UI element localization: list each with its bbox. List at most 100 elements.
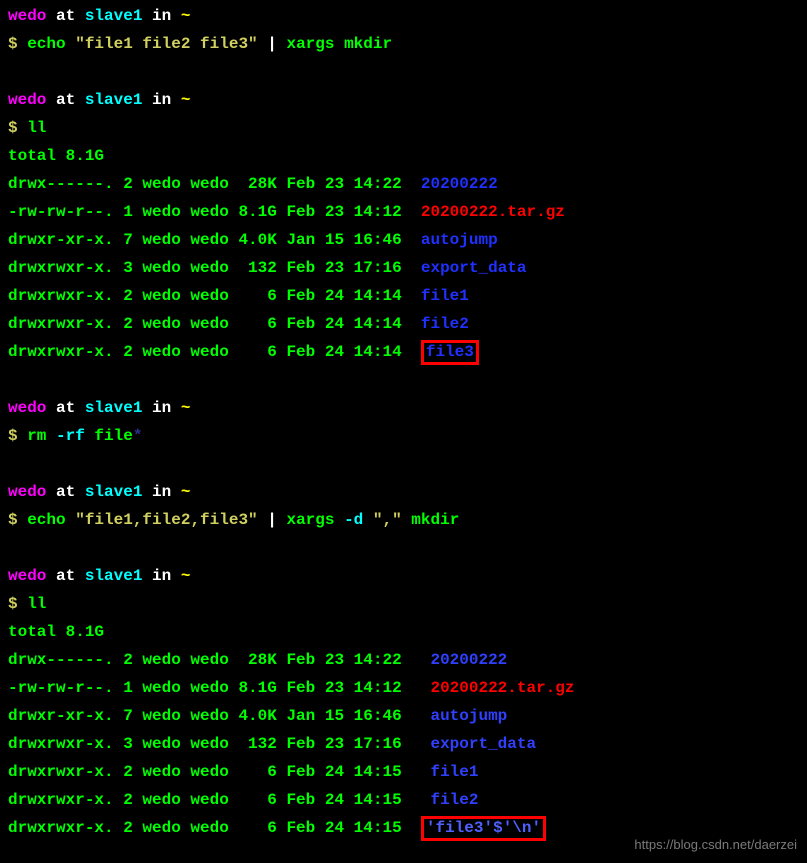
file-pad: [411, 315, 421, 333]
ls-row: drwx------. 2 wedo wedo 28K Feb 23 14:22…: [8, 170, 799, 198]
cmd-echo: echo: [27, 511, 75, 529]
prompt-path: ~: [181, 91, 191, 109]
pipe-symbol: |: [258, 511, 287, 529]
file-perm: drwxr-xr-x. 7 wedo wedo 4.0K Jan 15 16:4…: [8, 707, 411, 725]
prompt-symbol: $: [8, 427, 27, 445]
prompt-user: wedo: [8, 483, 46, 501]
file-name: export_data: [430, 735, 536, 753]
ls-row: -rw-rw-r--. 1 wedo wedo 8.1G Feb 23 14:1…: [8, 674, 799, 702]
prompt-host: slave1: [85, 483, 143, 501]
cmd-string: "file1 file2 file3": [75, 35, 257, 53]
prompt-host: slave1: [85, 399, 143, 417]
cmd-flag: -d: [344, 511, 373, 529]
file-pad: [411, 343, 421, 361]
cmd-mkdir: mkdir: [402, 511, 460, 529]
cmd-rm: rm: [27, 427, 56, 445]
shell-prompt-line: wedo at slave1 in ~: [8, 478, 799, 506]
ls-row: drwxrwxr-x. 2 wedo wedo 6 Feb 24 14:14 f…: [8, 338, 799, 366]
shell-command-line[interactable]: $ echo "file1,file2,file3" | xargs -d ",…: [8, 506, 799, 534]
prompt-host: slave1: [85, 91, 143, 109]
shell-prompt-line: wedo at slave1 in ~: [8, 86, 799, 114]
file-pad: [411, 763, 430, 781]
file-name: export_data: [421, 259, 527, 277]
cmd-ll: ll: [27, 595, 46, 613]
file-pad: [411, 735, 430, 753]
prompt-path: ~: [181, 567, 191, 585]
blank-line: [8, 534, 799, 562]
file-name: file3: [426, 343, 474, 361]
file-pad: [411, 651, 430, 669]
file-name: 20200222.tar.gz: [421, 203, 565, 221]
ls-row: drwxr-xr-x. 7 wedo wedo 4.0K Jan 15 16:4…: [8, 226, 799, 254]
file-pad: [411, 259, 421, 277]
ls-row: drwxrwxr-x. 2 wedo wedo 6 Feb 24 14:15 f…: [8, 786, 799, 814]
file-perm: drwxrwxr-x. 3 wedo wedo 132 Feb 23 17:16: [8, 259, 411, 277]
cmd-arg: file: [94, 427, 132, 445]
cmd-xargs: xargs: [286, 35, 344, 53]
file-name: file2: [430, 791, 478, 809]
file-pad: [411, 791, 430, 809]
file-perm: drwx------. 2 wedo wedo 28K Feb 23 14:22: [8, 651, 411, 669]
file-perm: drwx------. 2 wedo wedo 28K Feb 23 14:22: [8, 175, 411, 193]
cmd-flag: -rf: [56, 427, 94, 445]
ls-row: drwxrwxr-x. 3 wedo wedo 132 Feb 23 17:16…: [8, 254, 799, 282]
file-pad: [411, 679, 430, 697]
file-pad: [411, 231, 421, 249]
prompt-at: at: [46, 483, 84, 501]
file-pad: [411, 819, 421, 837]
cmd-string: "file1,file2,file3": [75, 511, 257, 529]
file-pad: [411, 203, 421, 221]
prompt-path: ~: [181, 399, 191, 417]
terminal-output: wedo at slave1 in ~ $ echo "file1 file2 f…: [8, 2, 799, 842]
pipe-symbol: |: [258, 35, 287, 53]
file-perm: drwxrwxr-x. 2 wedo wedo 6 Feb 24 14:14: [8, 315, 411, 333]
cmd-mkdir: mkdir: [344, 35, 392, 53]
cmd-delim: ",": [373, 511, 402, 529]
file-perm: -rw-rw-r--. 1 wedo wedo 8.1G Feb 23 14:1…: [8, 203, 411, 221]
file-name: file2: [421, 315, 469, 333]
file-name: autojump: [430, 707, 507, 725]
ls-total: total 8.1G: [8, 142, 799, 170]
ls-row: drwx------. 2 wedo wedo 28K Feb 23 14:22…: [8, 646, 799, 674]
prompt-in: in: [142, 567, 180, 585]
file-perm: drwxrwxr-x. 2 wedo wedo 6 Feb 24 14:14: [8, 343, 411, 361]
prompt-in: in: [142, 91, 180, 109]
prompt-user: wedo: [8, 567, 46, 585]
prompt-user: wedo: [8, 399, 46, 417]
blank-line: [8, 366, 799, 394]
ls-total: total 8.1G: [8, 618, 799, 646]
cmd-echo: echo: [27, 35, 75, 53]
prompt-symbol: $: [8, 35, 27, 53]
prompt-at: at: [46, 7, 84, 25]
file-name: 20200222: [430, 651, 507, 669]
file-name: file1: [430, 763, 478, 781]
cmd-xargs: xargs: [286, 511, 344, 529]
file-pad: [411, 707, 430, 725]
prompt-path: ~: [181, 483, 191, 501]
glob-star: *: [133, 427, 143, 445]
prompt-at: at: [46, 567, 84, 585]
prompt-in: in: [142, 483, 180, 501]
shell-command-line[interactable]: $ ll: [8, 590, 799, 618]
watermark: https://blog.csdn.net/daerzei: [634, 834, 797, 857]
prompt-in: in: [142, 399, 180, 417]
file-perm: drwxrwxr-x. 2 wedo wedo 6 Feb 24 14:15: [8, 791, 411, 809]
file-name: autojump: [421, 231, 498, 249]
file-name: 20200222.tar.gz: [430, 679, 574, 697]
file-pad: [411, 175, 421, 193]
shell-command-line[interactable]: $ ll: [8, 114, 799, 142]
file-perm: -rw-rw-r--. 1 wedo wedo 8.1G Feb 23 14:1…: [8, 679, 411, 697]
prompt-in: in: [142, 7, 180, 25]
shell-command-line[interactable]: $ echo "file1 file2 file3" | xargs mkdir: [8, 30, 799, 58]
prompt-path: ~: [181, 7, 191, 25]
file-name: file1: [421, 287, 469, 305]
prompt-symbol: $: [8, 511, 27, 529]
file-perm: drwxrwxr-x. 2 wedo wedo 6 Feb 24 14:15: [8, 763, 411, 781]
highlighted-file: 'file3'$'\n': [421, 816, 546, 841]
file-pad: [411, 287, 421, 305]
shell-prompt-line: wedo at slave1 in ~: [8, 394, 799, 422]
shell-command-line[interactable]: $ rm -rf file*: [8, 422, 799, 450]
file-perm: drwxrwxr-x. 2 wedo wedo 6 Feb 24 14:14: [8, 287, 411, 305]
prompt-user: wedo: [8, 7, 46, 25]
prompt-at: at: [46, 399, 84, 417]
